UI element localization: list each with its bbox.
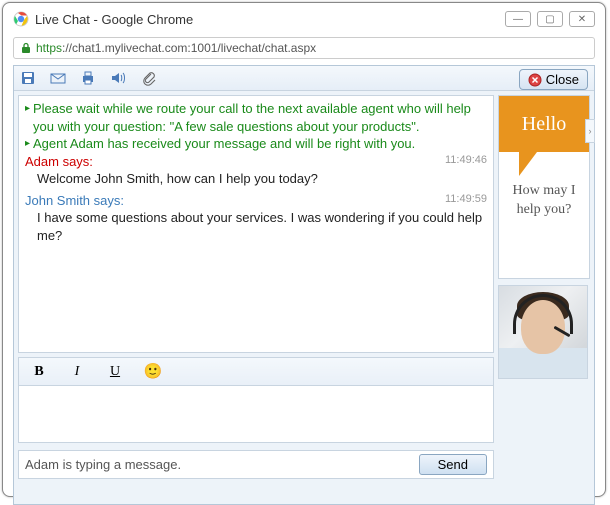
message-body: I have some questions about your service… bbox=[25, 209, 487, 244]
message-header: Adam says: 11:49:46 bbox=[25, 153, 487, 171]
help-text: How may I help you? bbox=[499, 152, 589, 220]
timestamp: 11:49:59 bbox=[445, 192, 487, 207]
message-body: Welcome John Smith, how can I help you t… bbox=[25, 170, 487, 188]
timestamp: 11:49:46 bbox=[445, 153, 487, 168]
typing-status: Adam is typing a message. bbox=[25, 457, 419, 472]
status-row: Adam is typing a message. Send bbox=[18, 450, 494, 479]
chat-content: Please wait while we route your call to … bbox=[14, 91, 594, 503]
print-icon[interactable] bbox=[80, 70, 96, 86]
sender-label: John Smith says: bbox=[25, 193, 124, 208]
lock-icon bbox=[20, 42, 32, 54]
close-icon bbox=[528, 73, 542, 87]
system-message: Please wait while we route your call to … bbox=[25, 100, 487, 135]
close-label: Close bbox=[546, 72, 579, 87]
sound-icon[interactable] bbox=[110, 70, 126, 86]
hello-bubble: Hello bbox=[499, 96, 589, 152]
message-header: John Smith says: 11:49:59 bbox=[25, 192, 487, 210]
window-controls: ― ▢ ✕ bbox=[505, 11, 595, 27]
save-icon[interactable] bbox=[20, 70, 36, 86]
sidebar-expand-button[interactable]: › bbox=[585, 119, 595, 143]
chat-app: Close Please wait while we route your ca… bbox=[13, 65, 595, 505]
send-button[interactable]: Send bbox=[419, 454, 487, 475]
url-scheme: https bbox=[36, 41, 62, 55]
url-path: ://chat1.mylivechat.com:1001/livechat/ch… bbox=[62, 41, 316, 55]
messages-pane: Please wait while we route your call to … bbox=[18, 95, 494, 353]
message-input[interactable] bbox=[18, 385, 494, 443]
chat-toolbar: Close bbox=[14, 66, 594, 91]
bubble-tail-icon bbox=[519, 152, 537, 176]
attachment-icon[interactable] bbox=[140, 70, 156, 86]
format-toolbar: B I U 🙂 bbox=[18, 357, 494, 385]
agent-photo bbox=[498, 285, 588, 379]
sender-label: Adam says: bbox=[25, 154, 93, 169]
browser-window: Live Chat - Google Chrome ― ▢ ✕ https://… bbox=[2, 2, 606, 497]
bold-button[interactable]: B bbox=[29, 364, 49, 380]
email-icon[interactable] bbox=[50, 70, 66, 86]
underline-button[interactable]: U bbox=[105, 364, 125, 380]
sidebar: Hello How may I help you? › bbox=[498, 91, 594, 503]
window-title: Live Chat - Google Chrome bbox=[35, 12, 505, 27]
titlebar: Live Chat - Google Chrome ― ▢ ✕ bbox=[3, 3, 605, 35]
italic-button[interactable]: I bbox=[67, 364, 87, 380]
close-chat-button[interactable]: Close bbox=[519, 69, 588, 90]
system-message: Agent Adam has received your message and… bbox=[25, 135, 487, 153]
chrome-icon bbox=[13, 11, 29, 27]
maximize-button[interactable]: ▢ bbox=[537, 11, 563, 27]
address-bar[interactable]: https://chat1.mylivechat.com:1001/livech… bbox=[13, 37, 595, 59]
window-close-button[interactable]: ✕ bbox=[569, 11, 595, 27]
input-area bbox=[14, 385, 498, 446]
hello-banner: Hello How may I help you? bbox=[498, 95, 590, 279]
minimize-button[interactable]: ― bbox=[505, 11, 531, 27]
chat-column: Please wait while we route your call to … bbox=[14, 91, 498, 503]
emoji-button[interactable]: 🙂 bbox=[143, 362, 163, 381]
